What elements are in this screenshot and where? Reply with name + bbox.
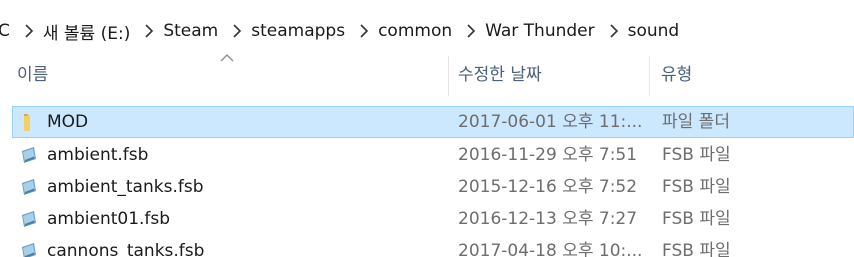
file-type: FSB 파일 bbox=[662, 241, 731, 257]
file-type: FSB 파일 bbox=[662, 177, 731, 197]
breadcrumb-item-war-thunder[interactable]: War Thunder bbox=[485, 21, 600, 41]
file-name: ambient01.fsb bbox=[47, 209, 171, 229]
column-header-type-label: 유형 bbox=[661, 65, 693, 85]
file-row-ambient01[interactable]: ambient01.fsb 2016-12-13 오후 7:27 FSB 파일 bbox=[12, 203, 854, 235]
chevron-right-icon[interactable] bbox=[226, 20, 248, 42]
file-row-cannons-tanks[interactable]: cannons_tanks.fsb 2017-04-18 오후 10:... F… bbox=[12, 235, 854, 257]
column-divider[interactable] bbox=[649, 56, 650, 96]
column-header-bar: 이름 수정한 날짜 유형 bbox=[0, 52, 854, 98]
file-date-modified: 2015-12-16 오후 7:52 bbox=[458, 177, 638, 197]
file-type: FSB 파일 bbox=[662, 145, 731, 165]
breadcrumb-item-drive-c[interactable]: C bbox=[0, 21, 16, 41]
file-name: ambient_tanks.fsb bbox=[47, 177, 204, 197]
chevron-right-icon[interactable] bbox=[460, 20, 482, 42]
file-icon bbox=[19, 241, 39, 257]
column-divider[interactable] bbox=[448, 56, 449, 96]
column-header-date-modified[interactable]: 수정한 날짜 bbox=[458, 52, 643, 98]
file-name: ambient.fsb bbox=[47, 145, 149, 165]
breadcrumb-item-steamapps[interactable]: steamapps bbox=[251, 21, 351, 41]
column-header-date-label: 수정한 날짜 bbox=[458, 65, 542, 85]
file-date-modified: 2017-04-18 오후 10:... bbox=[458, 241, 643, 257]
breadcrumb-item-volume-e[interactable]: 새 볼륨 (E:) bbox=[43, 19, 136, 44]
breadcrumb-item-sound[interactable]: sound bbox=[628, 21, 686, 41]
file-date-modified: 2017-06-01 오후 11:... bbox=[458, 112, 643, 132]
file-row-mod[interactable]: MOD 2017-06-01 오후 11:... 파일 폴더 bbox=[12, 106, 854, 138]
file-explorer-window: C 새 볼륨 (E:) Steam steamapps common War T… bbox=[0, 0, 854, 257]
breadcrumb-item-common[interactable]: common bbox=[378, 21, 458, 41]
file-icon bbox=[19, 209, 39, 229]
file-date-modified: 2016-12-13 오후 7:27 bbox=[458, 209, 638, 229]
chevron-right-icon[interactable] bbox=[138, 20, 160, 42]
file-icon bbox=[19, 145, 39, 165]
chevron-right-icon[interactable] bbox=[18, 20, 40, 42]
folder-icon bbox=[19, 112, 39, 132]
column-header-type[interactable]: 유형 bbox=[661, 52, 851, 98]
file-row-ambient-tanks[interactable]: ambient_tanks.fsb 2015-12-16 오후 7:52 FSB… bbox=[12, 171, 854, 203]
column-header-name-label: 이름 bbox=[17, 65, 49, 85]
chevron-right-icon[interactable] bbox=[603, 20, 625, 42]
file-name: MOD bbox=[47, 112, 89, 132]
sort-ascending-icon bbox=[219, 48, 235, 62]
breadcrumb: C 새 볼륨 (E:) Steam steamapps common War T… bbox=[0, 14, 854, 48]
file-row-ambient[interactable]: ambient.fsb 2016-11-29 오후 7:51 FSB 파일 bbox=[12, 139, 854, 171]
file-icon bbox=[19, 177, 39, 197]
file-name: cannons_tanks.fsb bbox=[47, 241, 205, 257]
file-type: FSB 파일 bbox=[662, 209, 731, 229]
file-type: 파일 폴더 bbox=[662, 112, 730, 132]
chevron-right-icon[interactable] bbox=[353, 20, 375, 42]
breadcrumb-item-steam[interactable]: Steam bbox=[163, 21, 224, 41]
file-date-modified: 2016-11-29 오후 7:51 bbox=[458, 145, 638, 165]
